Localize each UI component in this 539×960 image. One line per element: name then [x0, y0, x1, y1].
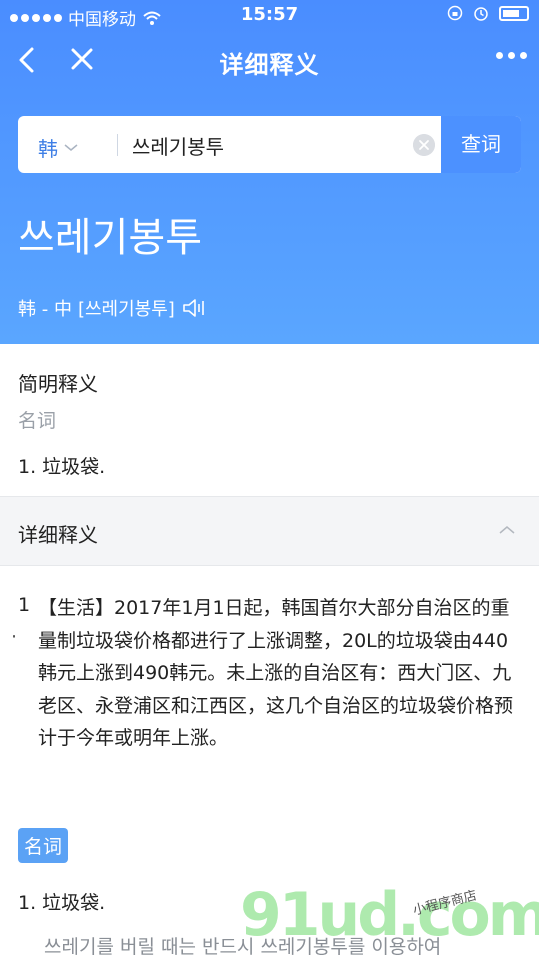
part-of-speech: 名词 [18, 410, 57, 432]
entry-bullet: · [11, 626, 18, 648]
search-input[interactable] [132, 130, 402, 160]
phonetic: [쓰레기봉투] [77, 299, 175, 320]
detail-section-header[interactable]: 详细释义 [0, 496, 539, 566]
nav-bar: 详细释义 [0, 30, 539, 90]
search-button[interactable]: 查词 [441, 116, 521, 173]
section-title: 详细释义 [18, 523, 98, 547]
divider [117, 134, 118, 156]
direction-label: 韩 - 中 [18, 299, 72, 320]
entry-text: 【生活】2017年1月1日起，韩国首尔大部分自治区的重量制垃圾袋价格都进行了上涨… [38, 597, 514, 749]
detail-section: 1 · 【生活】2017年1月1日起，韩国首尔大部分自治区的重量制垃圾袋价格都进… [0, 566, 539, 960]
speaker-icon[interactable] [181, 297, 209, 319]
chevron-up-icon[interactable] [499, 525, 515, 535]
example-sentence: 쓰레기를 버릴 때는 반드시 쓰레기봉투를 이용하여 [44, 936, 442, 958]
alarm-icon [474, 7, 488, 21]
page-title: 详细释义 [219, 51, 320, 79]
language-select[interactable]: 韩 [38, 133, 78, 162]
language-label: 韩 [38, 137, 58, 161]
clear-icon[interactable] [413, 134, 435, 156]
definition: 1. 垃圾袋. [18, 456, 106, 478]
status-bar: 中国移动 15:57 [0, 0, 539, 30]
battery-icon [499, 5, 529, 21]
status-icons [447, 5, 529, 21]
chevron-down-icon [64, 143, 78, 151]
pronunciation-line: 韩 - 中 [쓰레기봉투] [18, 295, 209, 321]
headword: 쓰레기봉투 [18, 215, 202, 261]
section-title: 简明释义 [18, 372, 98, 396]
more-dots-icon[interactable] [496, 52, 527, 59]
pos-tag: 名词 [18, 828, 69, 863]
orientation-lock-icon [447, 5, 463, 21]
entry-number: 1 [18, 594, 31, 616]
brief-section: 简明释义 名词 1. 垃圾袋. [0, 344, 539, 496]
search-bar: 韩 查词 [18, 116, 521, 173]
sense-definition: 1. 垃圾袋. [18, 892, 106, 914]
